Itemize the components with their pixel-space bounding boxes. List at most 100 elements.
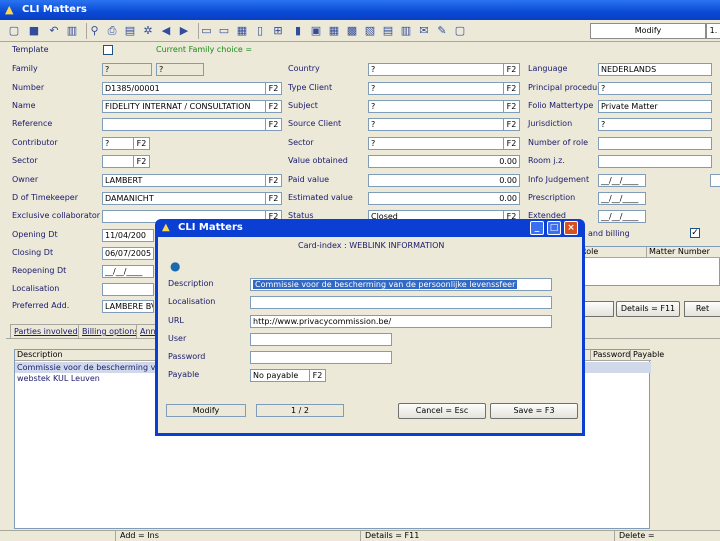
search-icon[interactable]: ⚲ <box>86 23 102 39</box>
contributor-field[interactable]: ? F2 <box>102 137 150 150</box>
country-f2-button[interactable]: F2 <box>503 64 519 75</box>
number-field[interactable]: D1385/00001 F2 <box>102 82 282 95</box>
dialog-localisation-field[interactable] <box>250 296 552 309</box>
reference-f2-button[interactable]: F2 <box>265 119 281 130</box>
dialog-payable-label: Payable <box>168 370 200 379</box>
print-icon[interactable]: ⎙ <box>104 23 120 39</box>
name-f2-button[interactable]: F2 <box>265 101 281 112</box>
arrow-right-icon[interactable]: ▶ <box>176 23 192 39</box>
extended-field[interactable]: __/__/____ <box>598 210 646 223</box>
grid-icon[interactable]: ▩ <box>344 23 360 39</box>
info-judgement-extra-field[interactable] <box>710 174 720 187</box>
timekeeper-f2-button[interactable]: F2 <box>265 193 281 204</box>
dialog-password-field[interactable] <box>250 351 392 364</box>
undo-icon[interactable]: ↶ <box>46 23 62 39</box>
calendar-icon[interactable]: ▦ <box>326 23 342 39</box>
sector-f2-button[interactable]: F2 <box>133 156 149 167</box>
lock-icon[interactable]: ▤ <box>122 23 138 39</box>
room-field[interactable] <box>598 155 712 168</box>
info-judgement-field[interactable]: __/__/____ <box>598 174 646 187</box>
type-client-field[interactable]: ? F2 <box>368 82 520 95</box>
timekeeper-label: D of Timekeeper <box>12 193 79 202</box>
family-field-2[interactable]: ? <box>156 63 204 76</box>
book-icon[interactable]: ▮ <box>290 23 306 39</box>
localisation-label: Localisation <box>12 284 60 293</box>
localisation-field[interactable] <box>102 283 154 296</box>
owner-f2-button[interactable]: F2 <box>265 175 281 186</box>
dialog-payable-field[interactable]: No payable F2 <box>250 369 326 382</box>
contributor-f2-button[interactable]: F2 <box>133 138 149 149</box>
reopening-field[interactable]: __/__/____ <box>102 265 154 278</box>
export-icon[interactable]: ▦ <box>234 23 250 39</box>
payable-column-header[interactable]: Payable <box>631 350 664 361</box>
timekeeper-field[interactable]: DAMANICHT F2 <box>102 192 282 205</box>
mail-icon[interactable]: ✉ <box>416 23 432 39</box>
document-icon[interactable]: ▯ <box>252 23 268 39</box>
subject-field[interactable]: ? F2 <box>368 100 520 113</box>
folder-open-icon[interactable]: ▭ <box>216 23 232 39</box>
family-field-1[interactable]: ? <box>102 63 152 76</box>
save-button[interactable]: Save = F3 <box>490 403 578 419</box>
dialog-user-field[interactable] <box>250 333 392 346</box>
paid-value-field[interactable]: 0.00 <box>368 174 520 187</box>
language-field[interactable]: NEDERLANDS <box>598 63 712 76</box>
dialog-body: Card-index : WEBLINK INFORMATION ● Descr… <box>158 237 582 433</box>
toolbar: ▢ ■ ↶ ▥ ⚲ ⎙ ▤ ✲ ◀ ▶ ▭ ▭ ▦ ▯ ⊞ ▮ ▣ ▦ ▩ ▧ … <box>0 20 720 42</box>
roles-grid: Role Matter Number <box>578 246 720 286</box>
info-icon[interactable]: ✎ <box>434 23 450 39</box>
gear-icon[interactable]: ✲ <box>140 23 156 39</box>
cancel-button[interactable]: Cancel = Esc <box>398 403 486 419</box>
number-of-role-field[interactable] <box>598 137 712 150</box>
prescription-field[interactable]: __/__/____ <box>598 192 646 205</box>
arrow-left-icon[interactable]: ◀ <box>158 23 174 39</box>
country-field[interactable]: ? F2 <box>368 63 520 76</box>
tab-billing-options[interactable]: Billing options <box>78 324 143 338</box>
jurisdiction-field[interactable]: ? <box>598 118 712 131</box>
billing-checkbox[interactable]: ✓ <box>690 228 700 238</box>
maximize-button[interactable]: □ <box>547 221 561 235</box>
dialog-url-field[interactable]: http://www.privacycommission.be/ <box>250 315 552 328</box>
roles-return-button[interactable]: Ret <box>684 301 720 317</box>
source-client-field[interactable]: ? F2 <box>368 118 520 131</box>
type-client-f2-button[interactable]: F2 <box>503 83 519 94</box>
help-icon[interactable]: ▢ <box>452 23 468 39</box>
users-icon[interactable]: ▧ <box>362 23 378 39</box>
dialog-description-field[interactable]: Commissie voor de bescherming van de per… <box>250 278 552 291</box>
minimize-button[interactable]: _ <box>530 221 544 235</box>
principal-field[interactable]: ? <box>598 82 712 95</box>
password-column-header[interactable]: Password <box>591 350 631 361</box>
sector-field[interactable]: F2 <box>102 155 150 168</box>
source-client-f2-button[interactable]: F2 <box>503 119 519 130</box>
reference-field[interactable]: F2 <box>102 118 282 131</box>
attach-icon[interactable]: ⊞ <box>270 23 286 39</box>
template-checkbox[interactable] <box>103 45 113 55</box>
country-label: Country <box>288 64 320 73</box>
roles-details-button[interactable]: Details = F11 <box>616 301 680 317</box>
payable-f2-button[interactable]: F2 <box>309 370 325 381</box>
close-button[interactable]: × <box>564 221 578 235</box>
owner-field[interactable]: LAMBERT F2 <box>102 174 282 187</box>
preferred-field[interactable]: LAMBERE BV <box>102 300 154 313</box>
chart-icon[interactable]: ▥ <box>398 23 414 39</box>
name-field[interactable]: FIDELITY INTERNAT / CONSULTATION F2 <box>102 100 282 113</box>
number-f2-button[interactable]: F2 <box>265 83 281 94</box>
save-icon[interactable]: ■ <box>26 23 42 39</box>
report-icon[interactable]: ▤ <box>380 23 396 39</box>
closing-field[interactable]: 06/07/2005 <box>102 247 154 260</box>
number-of-role-label: Number of role <box>528 138 589 147</box>
new-icon[interactable]: ▢ <box>6 23 22 39</box>
description-column-header[interactable]: Description <box>15 350 165 361</box>
tab-parties-involved[interactable]: Parties involved <box>10 324 82 338</box>
delete-icon[interactable]: ▥ <box>64 23 80 39</box>
subject-f2-button[interactable]: F2 <box>503 101 519 112</box>
value-obtained-field[interactable]: 0.00 <box>368 155 520 168</box>
sector-mid-field[interactable]: ? F2 <box>368 137 520 150</box>
estimated-value-field[interactable]: 0.00 <box>368 192 520 205</box>
bookmark-icon[interactable]: ▣ <box>308 23 324 39</box>
folio-field[interactable]: Private Matter <box>598 100 712 113</box>
dialog-record-counter: 1 / 2 <box>256 404 344 417</box>
folder-icon[interactable]: ▭ <box>198 23 214 39</box>
opening-field[interactable]: 11/04/200 <box>102 229 154 242</box>
globe-icon: ● <box>170 259 181 273</box>
sector-mid-f2-button[interactable]: F2 <box>503 138 519 149</box>
